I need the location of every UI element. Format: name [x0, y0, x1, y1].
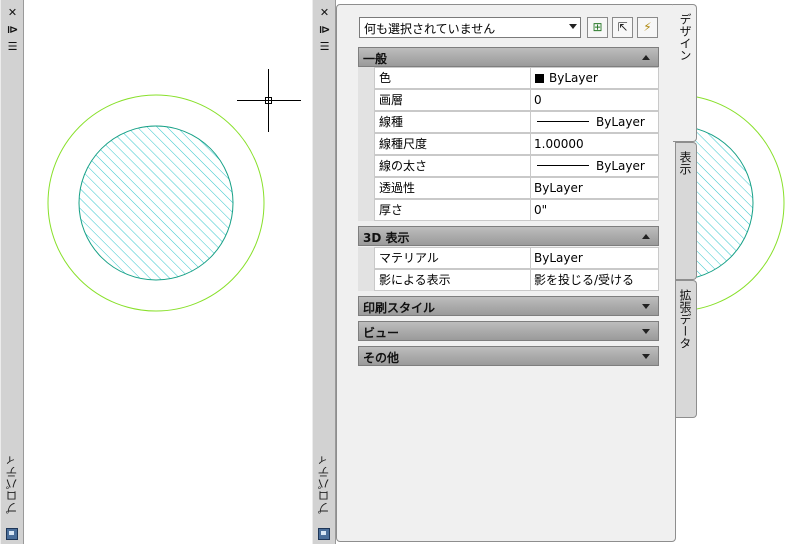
autohide-icon[interactable]: ⧐ — [6, 24, 19, 35]
tab-extended-data[interactable]: 拡張データ — [673, 280, 697, 418]
property-value[interactable]: 0" — [531, 199, 659, 221]
select-objects-button[interactable]: ⇱ — [612, 17, 633, 38]
property-name: 線の太さ — [374, 155, 531, 177]
property-name: 透過性 — [374, 177, 531, 199]
property-row-linetype-scale[interactable]: 線種尺度 1.00000 — [358, 133, 659, 155]
property-name: 画層 — [374, 89, 531, 111]
left-palette-strip: ✕ ⧐ ☰ プロパティ — [0, 0, 24, 544]
pickadd-icon: ⊞ — [592, 20, 603, 34]
chevron-down-icon — [569, 24, 577, 29]
property-row-linetype[interactable]: 線種 ByLayer — [358, 111, 659, 133]
property-value[interactable]: ByLayer — [531, 177, 659, 199]
properties-menu-icon[interactable]: ☰ — [6, 41, 19, 52]
section-view-header[interactable]: ビュー — [358, 321, 659, 341]
expand-icon — [642, 354, 650, 359]
property-row-shadow-display[interactable]: 影による表示 影を投じる/受ける — [358, 269, 659, 291]
property-row-thickness[interactable]: 厚さ 0" — [358, 199, 659, 221]
property-value[interactable]: ByLayer — [531, 247, 659, 269]
palette-menu-icon[interactable] — [6, 528, 18, 540]
quick-select-icon: ⚡ — [643, 20, 652, 34]
collapse-icon — [642, 55, 650, 60]
property-value[interactable]: ByLayer — [531, 155, 659, 177]
property-value[interactable]: 1.00000 — [531, 133, 659, 155]
property-value[interactable]: ByLayer — [531, 111, 659, 133]
crosshair-cursor — [237, 69, 301, 132]
tab-display[interactable]: 表示 — [673, 142, 697, 280]
collapse-icon — [642, 234, 650, 239]
property-value[interactable]: 影を投じる/受ける — [531, 269, 659, 291]
property-name: 厚さ — [374, 199, 531, 221]
palette-menu-icon[interactable] — [318, 528, 330, 540]
property-row-material[interactable]: マテリアル ByLayer — [358, 247, 659, 269]
linetype-preview-icon — [537, 121, 589, 122]
property-name: 線種尺度 — [374, 133, 531, 155]
properties-menu-icon[interactable]: ☰ — [318, 41, 331, 52]
property-row-layer[interactable]: 画層 0 — [358, 89, 659, 111]
property-row-lineweight[interactable]: 線の太さ ByLayer — [358, 155, 659, 177]
property-row-transparency[interactable]: 透過性 ByLayer — [358, 177, 659, 199]
expand-icon — [642, 304, 650, 309]
quick-select-button[interactable]: ⚡ — [637, 17, 658, 38]
right-palette-title: プロパティ — [317, 454, 331, 514]
selection-value: 何も選択されていません — [364, 22, 496, 36]
section-3d-display-title: 3D 表示 — [363, 231, 410, 245]
property-name: 影による表示 — [374, 269, 531, 291]
section-misc-header[interactable]: その他 — [358, 346, 659, 366]
close-icon[interactable]: ✕ — [6, 7, 19, 18]
select-objects-icon: ⇱ — [617, 20, 628, 34]
tab-extended-data-label: 拡張データ — [678, 289, 692, 349]
property-name: 色 — [374, 67, 531, 89]
section-title: ビュー — [363, 326, 400, 340]
color-swatch-icon — [535, 74, 544, 83]
tab-design[interactable]: デザイン — [673, 4, 697, 142]
autohide-icon[interactable]: ⧐ — [318, 24, 331, 35]
left-palette-title: プロパティ — [5, 454, 19, 514]
section-title: その他 — [363, 351, 400, 365]
section-3d-display-header[interactable]: 3D 表示 — [358, 226, 659, 246]
section-title: 印刷スタイル — [363, 301, 436, 315]
property-row-color[interactable]: 色 ByLayer — [358, 67, 659, 89]
tab-design-label: デザイン — [678, 13, 692, 61]
lineweight-preview-icon — [537, 165, 589, 166]
section-general-title: 一般 — [363, 52, 388, 66]
property-value[interactable]: 0 — [531, 89, 659, 111]
property-name: 線種 — [374, 111, 531, 133]
property-value[interactable]: ByLayer — [531, 67, 659, 89]
section-general-header[interactable]: 一般 — [358, 47, 659, 67]
expand-icon — [642, 329, 650, 334]
close-icon[interactable]: ✕ — [318, 7, 331, 18]
tab-display-label: 表示 — [678, 151, 692, 175]
property-name: マテリアル — [374, 247, 531, 269]
right-palette-strip: ✕ ⧐ ☰ プロパティ — [312, 0, 336, 544]
hatched-circle-left[interactable] — [78, 125, 234, 281]
section-plot-style-header[interactable]: 印刷スタイル — [358, 296, 659, 316]
selection-dropdown[interactable]: 何も選択されていません — [359, 17, 581, 38]
toggle-pickadd-button[interactable]: ⊞ — [587, 17, 608, 38]
